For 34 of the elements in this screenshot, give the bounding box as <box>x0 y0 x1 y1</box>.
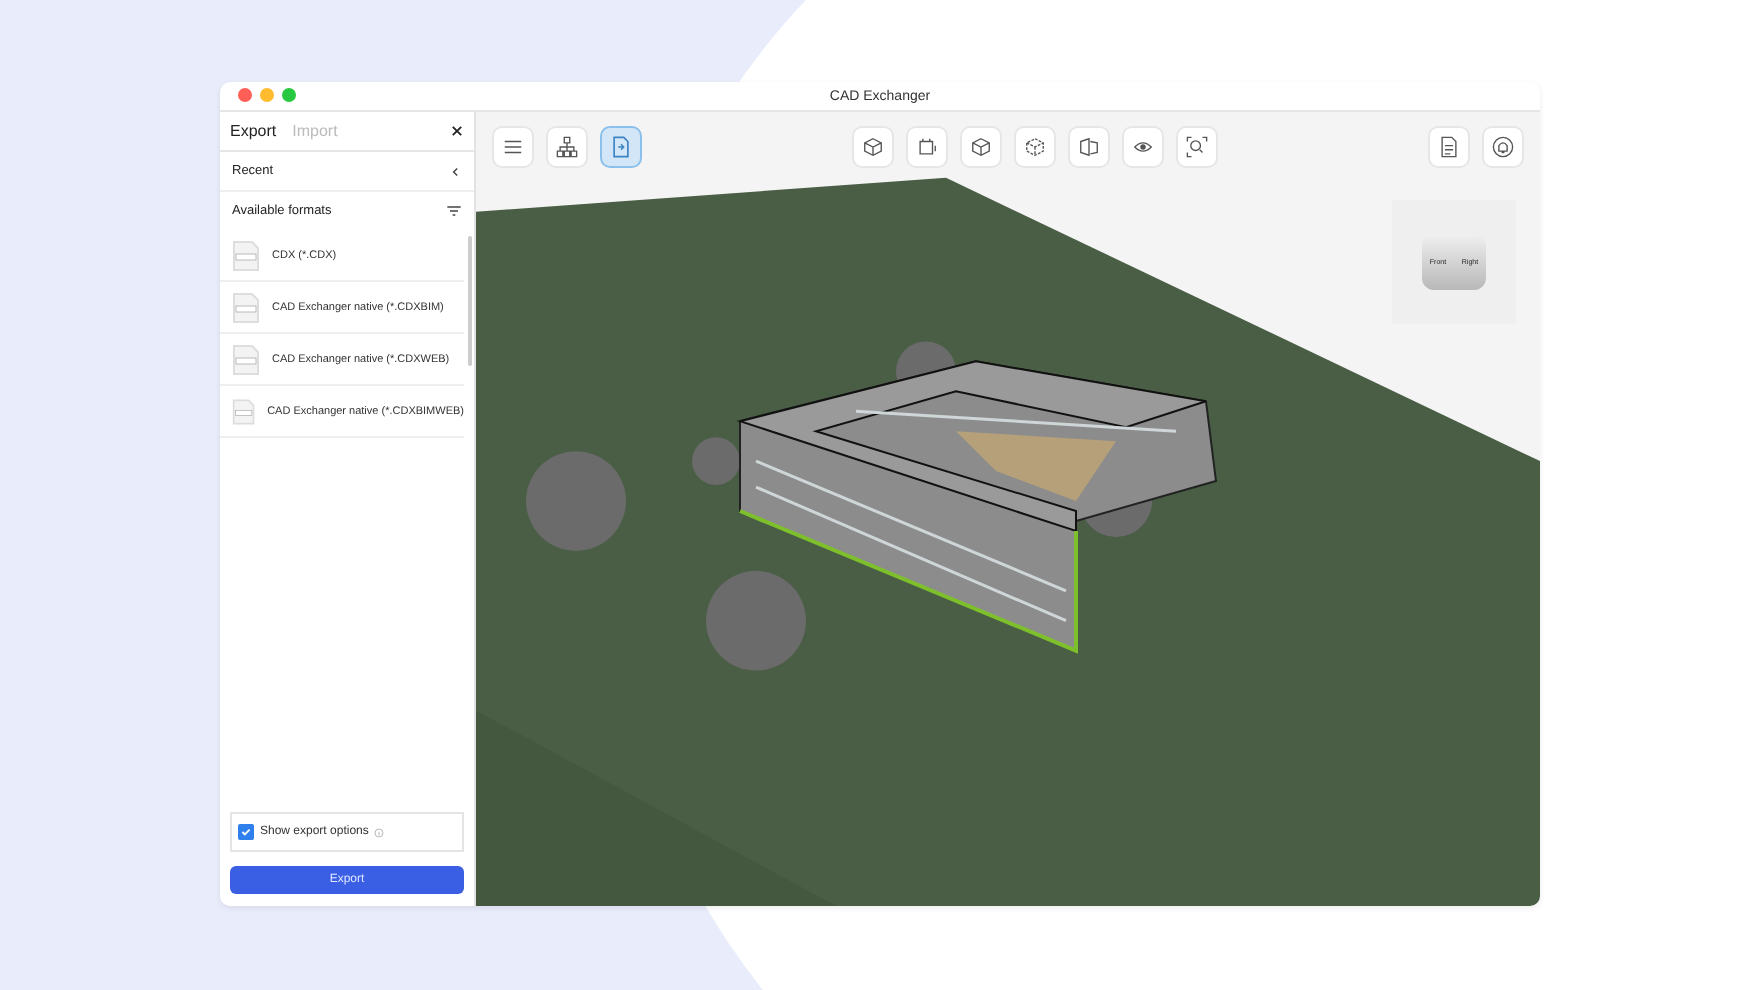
document-button[interactable] <box>1428 126 1470 168</box>
eye-button[interactable] <box>1122 126 1164 168</box>
hierarchy-icon <box>556 136 578 158</box>
close-icon[interactable] <box>450 124 464 138</box>
cube-wire-button[interactable] <box>1014 126 1056 168</box>
file-icon <box>232 343 260 375</box>
menu-button[interactable] <box>492 126 534 168</box>
bell-button[interactable] <box>1482 126 1524 168</box>
panel-tab[interactable]: Export <box>230 122 277 140</box>
frame-icon <box>916 136 938 158</box>
chevron-icon[interactable] <box>450 165 462 177</box>
zoom-button[interactable] <box>1176 126 1218 168</box>
checkbox[interactable] <box>238 824 254 840</box>
document-arrow-icon <box>610 136 632 158</box>
cube-iso-button[interactable] <box>852 126 894 168</box>
eye-icon <box>1132 136 1154 158</box>
cube-solid-button[interactable] <box>960 126 1002 168</box>
export-button[interactable] <box>600 126 642 168</box>
document-icon <box>1438 136 1460 158</box>
tree-button[interactable] <box>546 126 588 168</box>
menu-icon <box>502 136 524 158</box>
dashed-cube-icon <box>1024 136 1046 158</box>
close-window-button[interactable] <box>238 88 252 102</box>
split-box-icon <box>1078 136 1100 158</box>
zoom-icon <box>1186 136 1208 158</box>
file-icon <box>232 239 260 271</box>
cube-icon <box>862 136 884 158</box>
section-button[interactable] <box>906 126 948 168</box>
cube-icon <box>970 136 992 158</box>
bell-icon <box>1492 136 1514 158</box>
file-icon <box>232 395 256 427</box>
filter-icon[interactable] <box>446 204 462 218</box>
file-icon <box>232 291 260 323</box>
explode-button[interactable] <box>1068 126 1110 168</box>
